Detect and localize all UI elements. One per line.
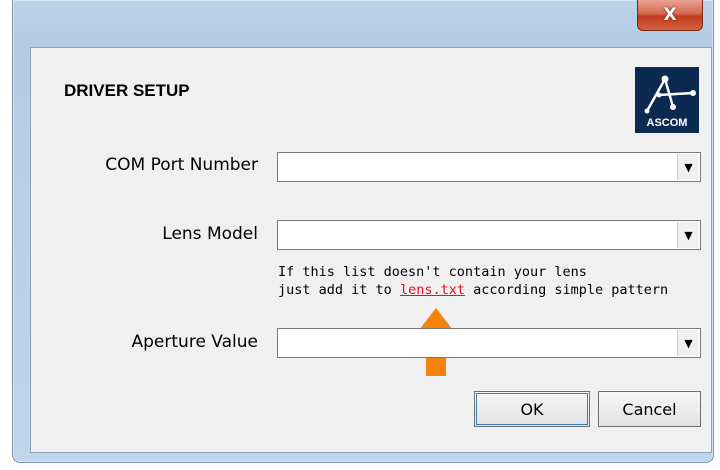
com-port-select[interactable]: ▼ (277, 152, 701, 182)
close-button[interactable]: X (637, 0, 703, 31)
ok-button[interactable]: OK (474, 391, 590, 427)
lens-model-label: Lens Model (162, 224, 258, 244)
aperture-select[interactable]: ▼ (277, 328, 701, 358)
aperture-label: Aperture Value (131, 332, 258, 352)
title-bar[interactable]: X (13, 0, 713, 34)
dialog-client-area: DRIVER SETUP ASCOM COM Port Number ▼ Len… (30, 47, 712, 453)
lens-hint: If this list doesn't contain your lens j… (278, 263, 668, 299)
com-port-label: COM Port Number (105, 155, 258, 175)
hint-line-1: If this list doesn't contain your lens (278, 264, 587, 280)
cancel-button[interactable]: Cancel (598, 391, 701, 427)
hint-line-2: just add it to lens.txt according simple… (278, 281, 668, 299)
page-title: DRIVER SETUP (64, 81, 190, 100)
hint-line-2-start: just add it to (278, 282, 392, 298)
dropdown-arrow-icon[interactable]: ▼ (677, 154, 699, 180)
hint-line-2-end: according simple pattern (473, 282, 669, 298)
close-icon: X (663, 5, 677, 25)
ascom-logo: ASCOM (635, 67, 699, 133)
dropdown-arrow-icon[interactable]: ▼ (677, 222, 699, 248)
dropdown-arrow-icon[interactable]: ▼ (677, 330, 699, 356)
dialog-window: X DRIVER SETUP ASCOM COM Port Number ▼ L… (12, 0, 714, 463)
logo-text: ASCOM (646, 117, 688, 129)
lens-txt-link[interactable]: lens.txt (400, 282, 465, 298)
lens-model-select[interactable]: ▼ (277, 220, 701, 250)
ascom-logo-graphic (644, 75, 696, 114)
